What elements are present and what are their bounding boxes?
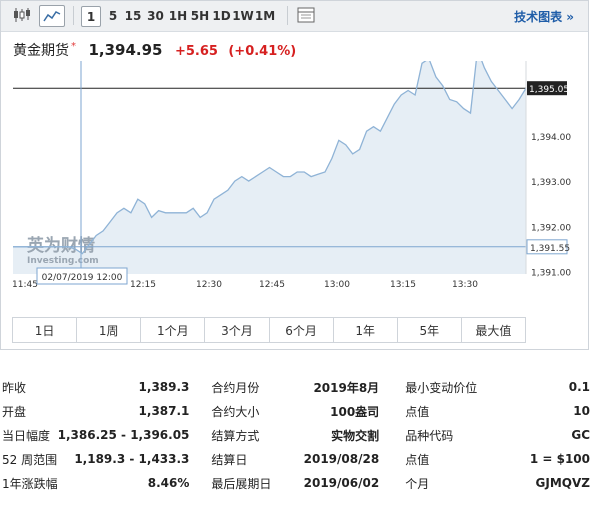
stat-value: GJMQVZ <box>535 476 590 490</box>
stat-value: 实物交割 <box>331 428 380 443</box>
range-button-4[interactable]: 6个月 <box>270 318 334 342</box>
stat-label: 合约大小 <box>211 404 260 419</box>
current-price-label: 1,395.05 <box>529 85 569 95</box>
interval-button-15[interactable]: 15 <box>123 6 143 25</box>
range-button-6[interactable]: 5年 <box>398 318 462 342</box>
interval-button-1h[interactable]: 1H <box>168 6 188 25</box>
stat-label: 结算日 <box>211 452 248 467</box>
price-change: +5.65 <box>174 44 218 59</box>
stat-label: 合约月份 <box>211 380 260 395</box>
stat-label: 点值 <box>405 404 430 419</box>
interval-button-1d[interactable]: 1D <box>212 6 231 25</box>
watermark-logo: 英为财情 <box>27 235 95 256</box>
table-view-icon[interactable] <box>293 4 319 26</box>
interval-button-5[interactable]: 5 <box>105 6 121 25</box>
stat-value: 1,387.1 <box>138 404 190 418</box>
stat-value: 1,189.3 - 1,433.3 <box>74 452 190 466</box>
stats-row: 1年涨跌幅 8.46% 最后展期日 2019/06/02 个月 GJMQVZ <box>0 471 590 495</box>
area-chart-icon[interactable] <box>39 5 65 27</box>
last-price: 1,394.95 <box>88 41 163 59</box>
watermark-logo-sub: Investing.com <box>27 256 99 266</box>
stat-label: 1年涨跌幅 <box>2 476 58 491</box>
stat-label: 最后展期日 <box>211 476 272 491</box>
stat-label: 品种代码 <box>405 428 454 443</box>
stat-label: 52 周范围 <box>2 452 58 467</box>
stat-value: 1,389.3 <box>138 380 190 394</box>
instrument-name[interactable]: 黄金期货 <box>13 43 69 59</box>
open-price-label: 1,391.55 <box>530 244 570 254</box>
interval-button-1w[interactable]: 1W <box>232 6 254 25</box>
stat-value: 100盎司 <box>330 404 380 419</box>
stats-row: 开盘 1,387.1 合约大小 100盎司 点值 10 <box>0 399 590 423</box>
chart-widget: 1 5 15 30 1H 5H 1D 1W 1M 技术图表 » 黄金期货 * 1,394.95 +… <box>0 0 589 350</box>
stat-value: 2019/08/28 <box>303 452 380 466</box>
stat-label: 开盘 <box>2 404 27 419</box>
stats-row: 当日幅度 1,386.25 - 1,396.05 结算方式 实物交割 品种代码 GC <box>0 423 590 447</box>
stat-label: 个月 <box>405 476 430 491</box>
stats-row: 52 周范围 1,189.3 - 1,433.3 结算日 2019/08/28 点值 1 … <box>0 447 590 471</box>
interval-button-1[interactable]: 1 <box>81 6 101 27</box>
stat-value: GC <box>571 428 590 442</box>
range-button-1[interactable]: 1周 <box>77 318 142 342</box>
stat-value: 2019年8月 <box>313 380 380 395</box>
stat-value: 10 <box>573 404 590 418</box>
x-tick-label: 13:00 <box>324 280 350 290</box>
x-tick-label: 12:15 <box>130 280 156 290</box>
x-tick-label: 11:45 <box>12 280 38 290</box>
x-tick-label: 12:45 <box>259 280 285 290</box>
stat-label: 结算方式 <box>211 428 260 443</box>
price-change-percent: (+0.41%) <box>228 44 297 59</box>
toolbar-separator <box>73 6 74 25</box>
stat-label: 当日幅度 <box>2 428 51 443</box>
stat-value: 1 = $100 <box>529 452 590 466</box>
y-tick-label: 1,392.00 <box>531 223 571 233</box>
contract-stats-table: 昨收 1,389.3 合约月份 2019年8月 最小变动价位 0.1 开盘 1,387.1 合约… <box>0 375 590 495</box>
stat-label: 点值 <box>405 452 430 467</box>
stat-label: 昨收 <box>2 380 27 395</box>
interval-button-30[interactable]: 30 <box>145 6 166 25</box>
candlestick-chart-icon[interactable] <box>9 4 35 26</box>
stat-value: 8.46% <box>147 476 190 490</box>
interval-button-1m[interactable]: 1M <box>255 6 275 25</box>
range-button-0[interactable]: 1日 <box>13 318 78 342</box>
realtime-star-icon: * <box>71 41 76 52</box>
stat-value: 0.1 <box>568 380 590 394</box>
interval-button-5h[interactable]: 5H <box>190 6 210 25</box>
price-chart[interactable]: 英为财情Investing.com 1,394.00 1,393.00 1,392.0… <box>1 61 588 291</box>
y-tick-label: 1,394.00 <box>531 133 571 143</box>
range-button-5[interactable]: 1年 <box>334 318 398 342</box>
range-button-2[interactable]: 1个月 <box>141 318 206 342</box>
x-tick-label: 13:30 <box>452 280 478 290</box>
y-tick-label: 1,393.00 <box>531 178 571 188</box>
crosshair-date-label: 02/07/2019 12:00 <box>42 273 123 283</box>
x-tick-label: 12:30 <box>196 280 222 290</box>
chart-toolbar: 1 5 15 30 1H 5H 1D 1W 1M 技术图表 » <box>1 1 588 32</box>
x-tick-label: 13:15 <box>390 280 416 290</box>
quote-header: 黄金期货 * 1,394.95 +5.65 (+0.41%) <box>13 40 296 60</box>
range-selector: 1日 1周 1个月 3个月 6个月 1年 5年 最大值 <box>12 317 526 343</box>
range-button-7[interactable]: 最大值 <box>462 318 525 342</box>
stat-value: 2019/06/02 <box>303 476 380 490</box>
stat-label: 最小变动价位 <box>405 380 478 395</box>
stats-row: 昨收 1,389.3 合约月份 2019年8月 最小变动价位 0.1 <box>0 375 590 399</box>
toolbar-separator <box>287 6 288 25</box>
technical-chart-link[interactable]: 技术图表 » <box>514 8 574 25</box>
range-button-3[interactable]: 3个月 <box>205 318 270 342</box>
stat-value: 1,386.25 - 1,396.05 <box>57 428 190 442</box>
y-tick-label: 1,391.00 <box>531 269 571 279</box>
